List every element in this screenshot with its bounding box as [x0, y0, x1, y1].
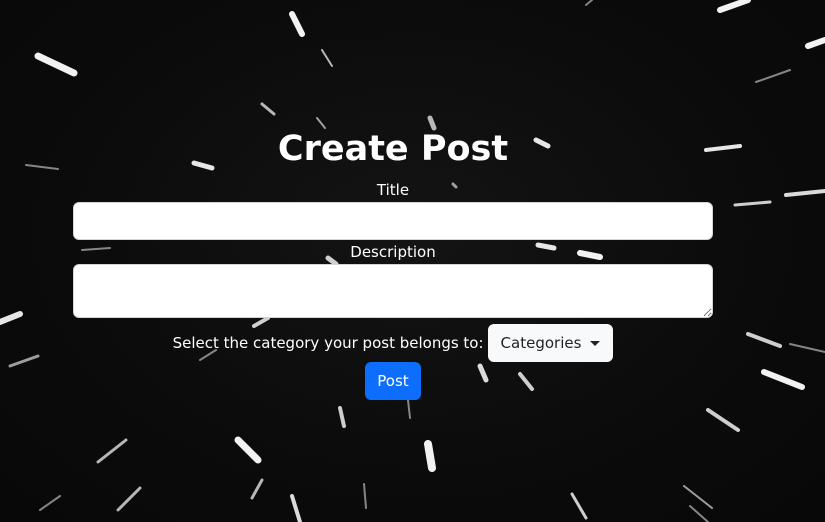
post-button[interactable]: Post	[365, 362, 421, 400]
caret-down-icon	[590, 340, 601, 346]
description-label: Description	[350, 243, 436, 261]
category-row: Select the category your post belongs to…	[0, 324, 786, 362]
page-root: Create Post Title Description Select the…	[0, 0, 825, 522]
categories-dropdown-label: Categories	[500, 334, 582, 352]
title-label: Title	[376, 181, 410, 199]
title-input[interactable]	[73, 202, 713, 240]
page-title: Create Post	[277, 129, 509, 169]
description-textarea[interactable]	[73, 264, 713, 318]
create-post-form: Create Post Title Description Select the…	[0, 0, 825, 522]
categories-dropdown-button[interactable]: Categories	[487, 324, 614, 362]
category-prompt: Select the category your post belongs to…	[172, 334, 484, 352]
